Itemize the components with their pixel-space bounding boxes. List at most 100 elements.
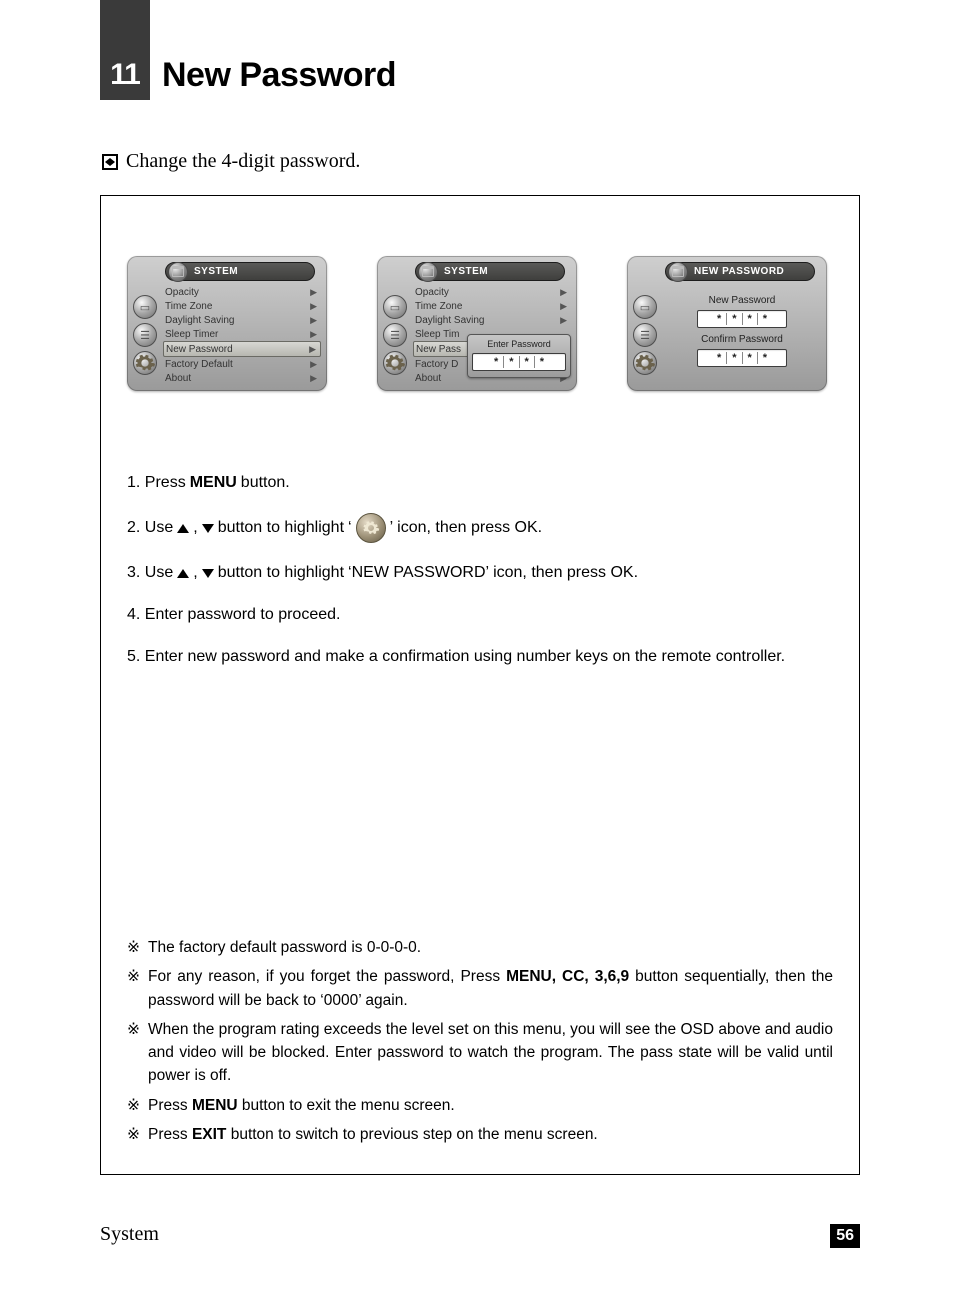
menu-item-label: Daylight Saving <box>165 315 234 326</box>
osd-title-text: SYSTEM <box>444 266 488 277</box>
enter-password-popup: Enter Password * * * * <box>467 334 571 378</box>
osd-sidebar-icons: ▭ ☰ <box>633 285 657 375</box>
step-bold: MENU <box>190 471 237 495</box>
menu-icon: ☰ <box>383 323 407 347</box>
osd-panel-new-password: NEW PASSWORD ▭ ☰ New Password * * * <box>627 256 827 391</box>
menu-item[interactable]: Sleep Timer ▶ <box>163 327 321 341</box>
mask-char: * <box>727 313 742 325</box>
bullet-arrows-icon <box>102 154 118 170</box>
page-title: New Password <box>162 56 396 95</box>
reference-mark-icon: ※ <box>127 1018 140 1088</box>
osd-sidebar-icons: ▭ ☰ <box>133 285 157 385</box>
step-text: icon, then press OK. <box>493 561 638 585</box>
up-arrow-icon <box>177 569 189 578</box>
mask-char: * <box>712 313 727 325</box>
note-text: Press MENU button to exit the menu scree… <box>148 1094 833 1117</box>
comma: , <box>193 516 197 540</box>
reference-mark-icon: ※ <box>127 1123 140 1146</box>
note-bold: MENU, CC, 3,6,9 <box>506 968 629 985</box>
comma: , <box>193 561 197 585</box>
chevron-right-icon: ▶ <box>310 329 317 340</box>
step-text: button to highlight <box>218 516 344 540</box>
menu-item[interactable]: Daylight Saving▶ <box>163 313 321 327</box>
note-segment: button to switch to previous step on the… <box>226 1126 597 1143</box>
new-password-form: New Password * * * * Confirm Password * … <box>663 285 821 375</box>
mask-char: * <box>520 356 535 368</box>
osd-menu-list: Opacity▶ Time Zone▶ Daylight Saving▶ Sle… <box>163 285 321 385</box>
mask-char: * <box>743 313 758 325</box>
note-5: ※ Press EXIT button to switch to previou… <box>127 1123 833 1146</box>
up-arrow-icon <box>177 524 189 533</box>
intro-text: Change the 4-digit password. <box>126 150 360 173</box>
note-3: ※ When the program rating exceeds the le… <box>127 1018 833 1088</box>
menu-icon: ☰ <box>133 323 157 347</box>
note-text: The factory default password is 0-0-0-0. <box>148 936 833 959</box>
note-segment: Press <box>148 1126 192 1143</box>
step-3: 3. Use , button to highlight ‘NEW PASSWO… <box>127 561 833 585</box>
step-text: 4. Enter password to proceed. <box>127 603 340 627</box>
menu-item-label: Daylight Saving <box>415 315 484 326</box>
note-segment: Press <box>148 1097 192 1114</box>
menu-item-label: Sleep Timer <box>165 329 218 340</box>
password-input[interactable]: * * * * <box>472 353 566 371</box>
menu-item-label: Opacity <box>165 287 199 298</box>
step-5: 5. Enter new password and make a confirm… <box>127 645 833 669</box>
menu-item-label: Sleep Tim <box>415 329 459 340</box>
tv-icon <box>418 262 438 282</box>
menu-item[interactable]: Opacity▶ <box>413 285 571 299</box>
chevron-right-icon: ▶ <box>309 344 316 355</box>
step-text: 1. Press <box>127 471 186 495</box>
intro-line: Change the 4-digit password. <box>102 150 360 173</box>
menu-item[interactable]: Time Zone▶ <box>163 299 321 313</box>
mask-char: * <box>489 356 504 368</box>
menu-item-label: Factory Default <box>165 359 233 370</box>
new-password-input[interactable]: * * * * <box>697 310 787 328</box>
note-bold: MENU <box>192 1097 238 1114</box>
chevron-right-icon: ▶ <box>310 301 317 312</box>
step-text: ‘NEW PASSWORD’ <box>348 561 489 585</box>
down-arrow-icon <box>202 524 214 533</box>
note-bold: EXIT <box>192 1126 226 1143</box>
menu-item-label: New Pass <box>416 344 461 355</box>
menu-item[interactable]: About ▶ <box>163 371 321 385</box>
note-segment: For any reason, if you forget the passwo… <box>148 968 506 985</box>
menu-item-label: About <box>165 373 191 384</box>
menu-item-label: Factory D <box>415 359 458 370</box>
reference-mark-icon: ※ <box>127 1094 140 1117</box>
menu-item[interactable]: Factory Default▶ <box>163 357 321 371</box>
apostrophe: ’ <box>390 516 394 540</box>
new-password-label: New Password <box>669 295 815 306</box>
tv-icon <box>168 262 188 282</box>
osd-sidebar-icons: ▭ ☰ <box>383 285 407 385</box>
page-header: 11 New Password <box>100 50 396 100</box>
step-2: 2. Use , button to highlight ‘ ’ icon, t… <box>127 513 833 543</box>
menu-item[interactable]: Opacity ▶ <box>163 285 321 299</box>
menu-item[interactable]: Daylight Saving ▶ <box>413 313 571 327</box>
menu-item-selected[interactable]: New Password ▶ <box>163 341 321 357</box>
chevron-right-icon: ▶ <box>310 373 317 384</box>
step-text: icon, then press OK. <box>397 516 542 540</box>
chevron-right-icon: ▶ <box>310 287 317 298</box>
mask-char: * <box>758 352 772 364</box>
chevron-right-icon: ▶ <box>560 287 567 298</box>
menu-item[interactable]: Time Zone▶ <box>413 299 571 313</box>
menu-item-label: New Password <box>166 344 233 355</box>
note-4: ※ Press MENU button to exit the menu scr… <box>127 1094 833 1117</box>
tv-icon <box>668 262 688 282</box>
menu-icon: ☰ <box>633 323 657 347</box>
confirm-password-input[interactable]: * * * * <box>697 349 787 367</box>
step-text: 5. Enter new password and make a confirm… <box>127 645 785 669</box>
mask-char: * <box>743 352 758 364</box>
display-icon: ▭ <box>633 295 657 319</box>
header-badge-bg-top <box>100 0 150 50</box>
step-1: 1. Press MENU button. <box>127 471 833 495</box>
display-icon: ▭ <box>383 295 407 319</box>
apostrophe: ‘ <box>348 516 352 540</box>
confirm-password-label: Confirm Password <box>669 334 815 345</box>
chevron-right-icon: ▶ <box>560 315 567 326</box>
osd-panel-system-2: SYSTEM ▭ ☰ Opacity▶ Time Zone▶ Daylight … <box>377 256 577 391</box>
note-2: ※ For any reason, if you forget the pass… <box>127 965 833 1012</box>
mask-char: * <box>758 313 772 325</box>
osd-panel-system-1: SYSTEM ▭ ☰ Opacity▶ Time Zone▶ Daylight … <box>127 256 327 391</box>
mask-char: * <box>712 352 727 364</box>
